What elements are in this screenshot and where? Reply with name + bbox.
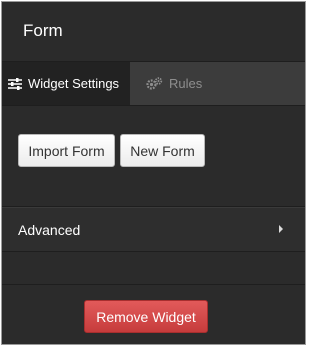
tab-label: Widget Settings — [28, 76, 120, 91]
panel-header: Form — [2, 2, 305, 61]
gears-icon — [146, 77, 163, 90]
panel-title: Form — [23, 21, 63, 40]
tab-widget-settings[interactable]: Widget Settings — [2, 62, 130, 105]
tab-label: Rules — [169, 76, 203, 91]
panel-footer: Remove Widget — [2, 285, 305, 344]
form-actions: Import Form New Form — [2, 106, 305, 207]
tab-bar: Widget Settings Rules — [2, 61, 305, 106]
sliders-icon — [8, 77, 22, 90]
tab-rules[interactable]: Rules — [130, 62, 202, 105]
empty-section — [2, 252, 305, 285]
advanced-label: Advanced — [18, 222, 81, 238]
widget-panel: Form Widget Settings Rules Import Form N… — [1, 1, 306, 345]
new-form-button[interactable]: New Form — [120, 134, 205, 167]
chevron-right-icon — [279, 225, 283, 233]
advanced-section-toggle[interactable]: Advanced — [2, 207, 305, 252]
remove-widget-button[interactable]: Remove Widget — [84, 300, 208, 333]
import-form-button[interactable]: Import Form — [18, 134, 115, 167]
